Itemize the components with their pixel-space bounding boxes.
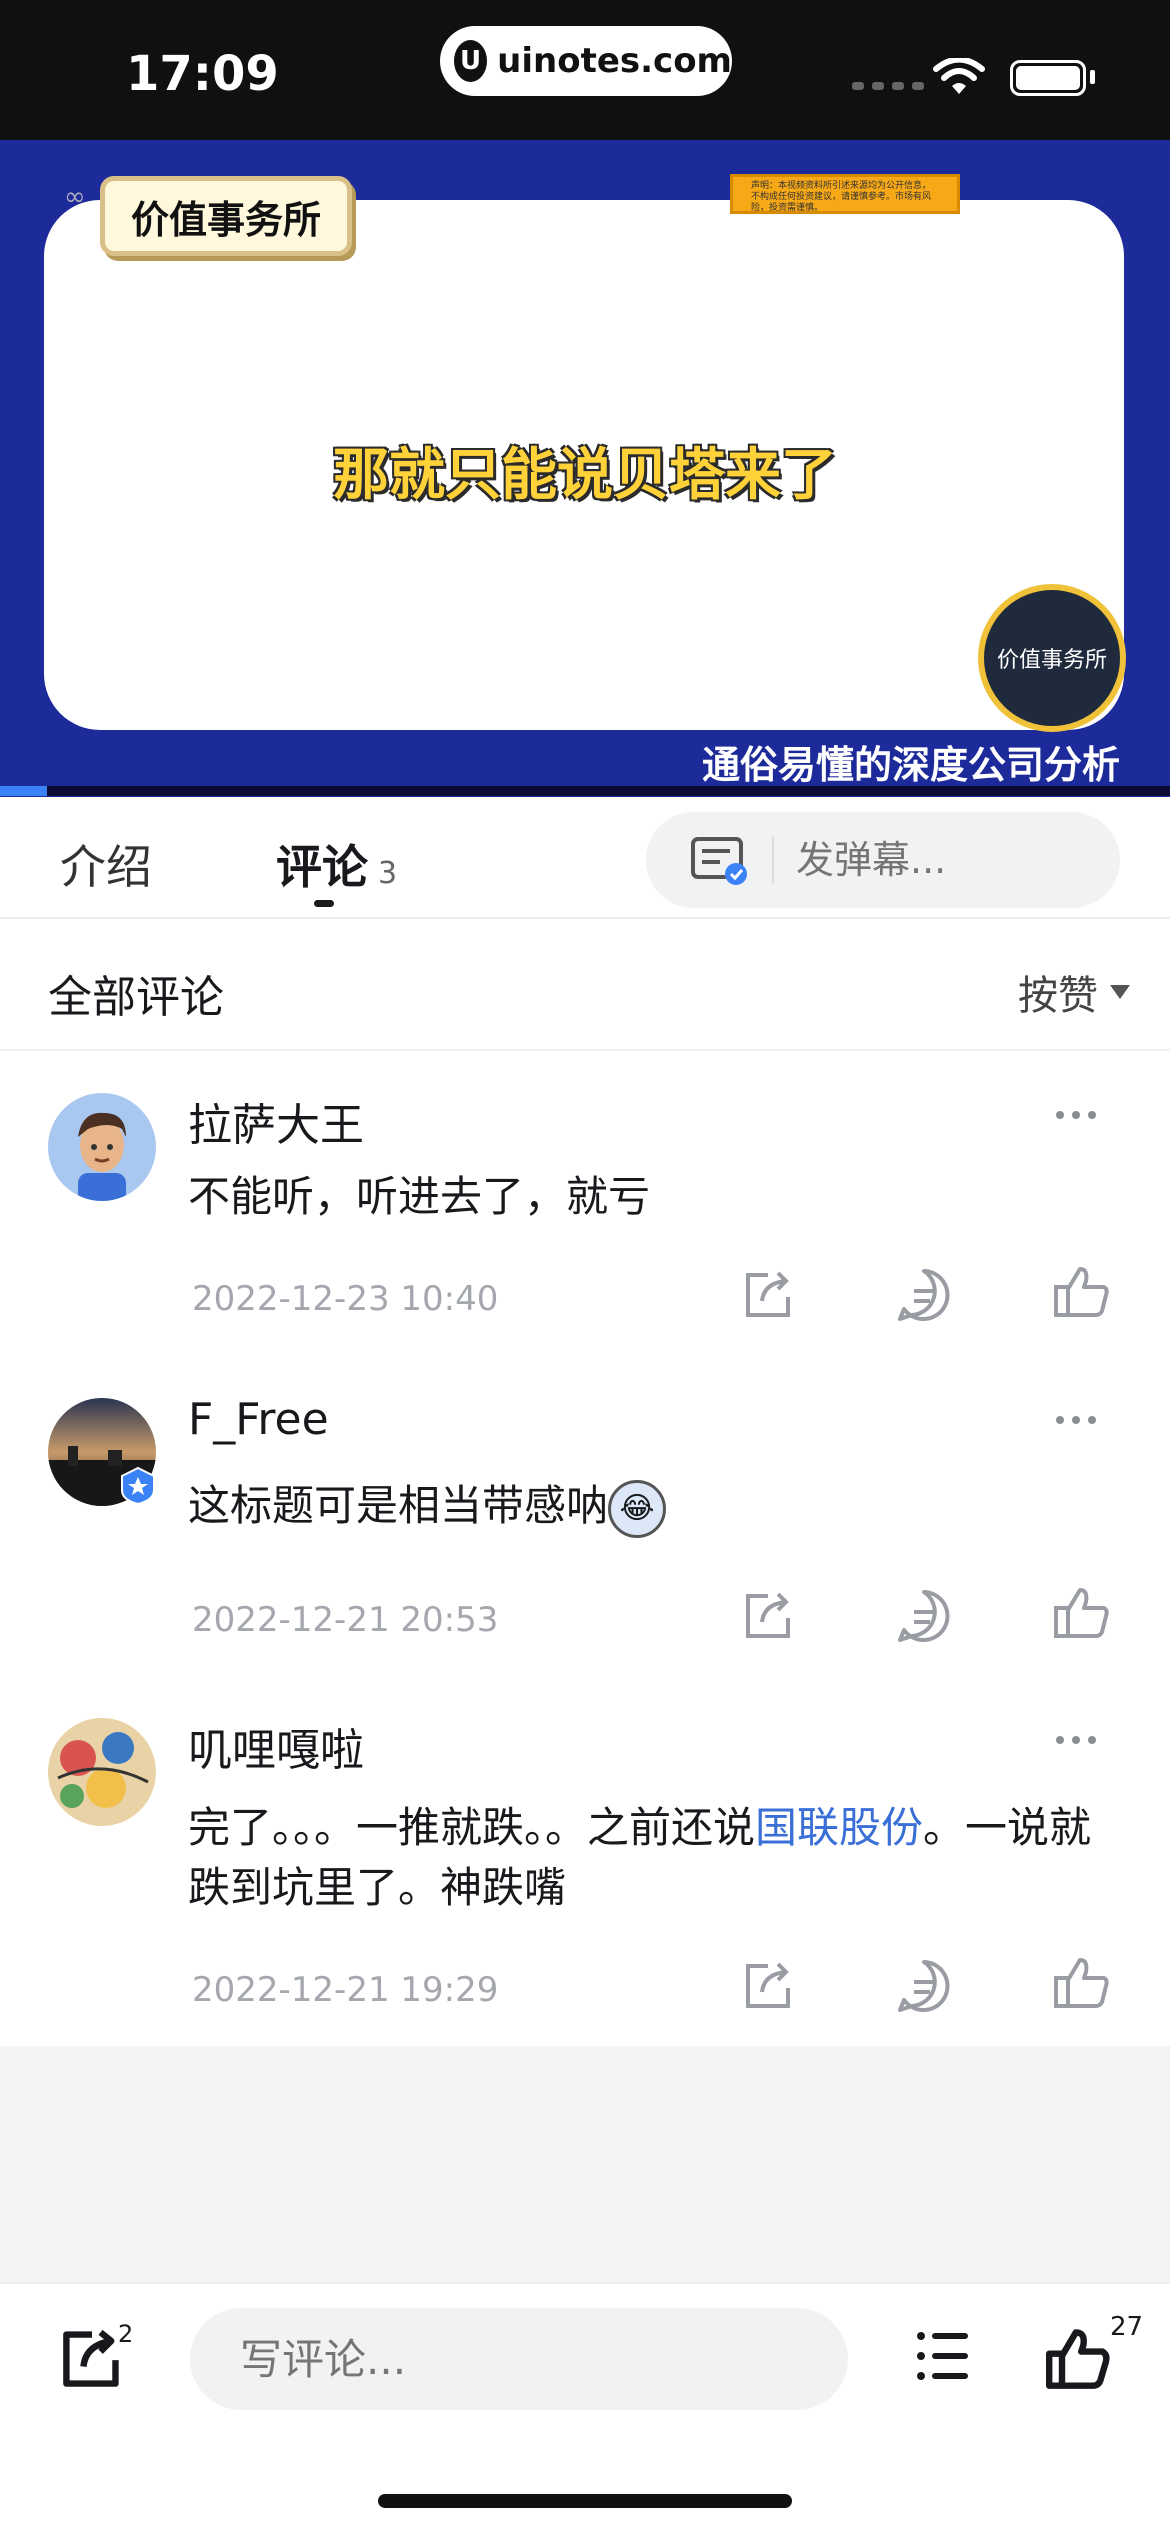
share-count: 2 [118,2320,134,2348]
sort-button[interactable]: 按赞 [1018,963,1130,1021]
disclaimer-banner: 声明：本视频资料所引述来源均为公开信息，不构成任何投资建议，请谨慎参考。市场有风… [730,174,960,214]
video-player[interactable]: ∞ 价值事务所 声明：本视频资料所引述来源均为公开信息，不构成任何投资建议，请谨… [0,140,1170,797]
more-icon[interactable] [1056,1111,1096,1119]
danmaku-bar[interactable] [646,812,1120,908]
all-comments-title: 全部评论 [48,972,224,1023]
video-progress-fill [0,786,47,796]
danmaku-icon[interactable] [690,834,750,888]
more-icon[interactable] [1056,1736,1096,1744]
like-count: 27 [1110,2312,1144,2342]
channel-logo: 价值事务所 [978,584,1126,732]
avatar[interactable] [48,1718,156,1826]
danmaku-divider [772,836,774,884]
comments-header: 全部评论 按赞 [0,921,1170,1051]
tab-comments-label: 评论 [276,840,368,894]
wifi-icon [933,58,985,94]
tab-comments[interactable]: 评论 3 [276,831,397,897]
verified-badge-icon [121,1466,155,1506]
site-logo-icon: U [454,40,488,82]
video-progress-bar[interactable] [0,786,1170,796]
empty-area [0,2046,1170,2282]
laughing-emoji-icon: 😂 [608,1479,667,1538]
share-icon[interactable] [738,1956,798,2016]
signal-icon [852,82,924,90]
battery-icon [1010,60,1086,96]
sort-label: 按赞 [1018,973,1098,1019]
reply-icon[interactable] [894,1265,954,1325]
status-bar: 17:09 U uinotes.com [0,0,1170,140]
comment-date: 2022-12-21 20:53 [192,1600,499,1640]
like-icon[interactable] [1046,2326,1110,2390]
video-slogan: 通俗易懂的深度公司分析 [701,743,1120,787]
danmaku-input[interactable] [794,832,1094,888]
avatar[interactable] [48,1093,156,1201]
watermark-icon: ∞ [64,182,86,212]
comment-date: 2022-12-23 10:40 [192,1279,499,1319]
stock-link[interactable]: 国联股份 [755,1803,923,1852]
comment-text: 不能听，听进去了，就亏 [188,1172,651,1221]
caret-down-icon [1110,985,1130,999]
brand-tag: 价值事务所 [100,176,353,256]
status-time: 17:09 [126,46,279,102]
share-icon[interactable] [738,1586,798,1646]
reply-icon[interactable] [894,1586,954,1646]
url-text: uinotes.com [497,41,732,81]
comment-username[interactable]: 叽哩嘎啦 [188,1714,364,1778]
comment-date: 2022-12-21 19:29 [192,1970,499,2010]
tab-active-indicator [314,900,334,907]
url-pill[interactable]: U uinotes.com [440,26,732,96]
comment-username[interactable]: F_Free [188,1394,329,1445]
list-icon[interactable] [916,2330,970,2382]
more-icon[interactable] [1056,1416,1096,1424]
reply-icon[interactable] [894,1956,954,2016]
comment-text-body: 这标题可是相当带感呐 [188,1481,609,1530]
like-icon[interactable] [1052,1952,1112,2012]
comment-input[interactable] [190,2308,848,2410]
comment-text: 完了。。。一推就跌。。之前还说国联股份。一说就跌到坑里了。神跌嘴 [188,1798,1108,1918]
like-icon[interactable] [1052,1582,1112,1642]
comment-username[interactable]: 拉萨大王 [188,1089,364,1153]
home-indicator [378,2494,792,2508]
share-icon[interactable] [738,1265,798,1325]
tab-intro[interactable]: 介绍 [60,831,152,897]
battery-tip [1090,70,1095,84]
comment-text-before: 完了。。。一推就跌。。之前还说 [188,1803,756,1852]
tab-comments-count: 3 [378,856,398,891]
video-subtitle: 那就只能说贝塔来了 [333,443,837,508]
share-icon[interactable] [60,2326,124,2390]
comment-text: 这标题可是相当带感呐 😂 [188,1476,1108,1538]
like-icon[interactable] [1052,1261,1112,1321]
